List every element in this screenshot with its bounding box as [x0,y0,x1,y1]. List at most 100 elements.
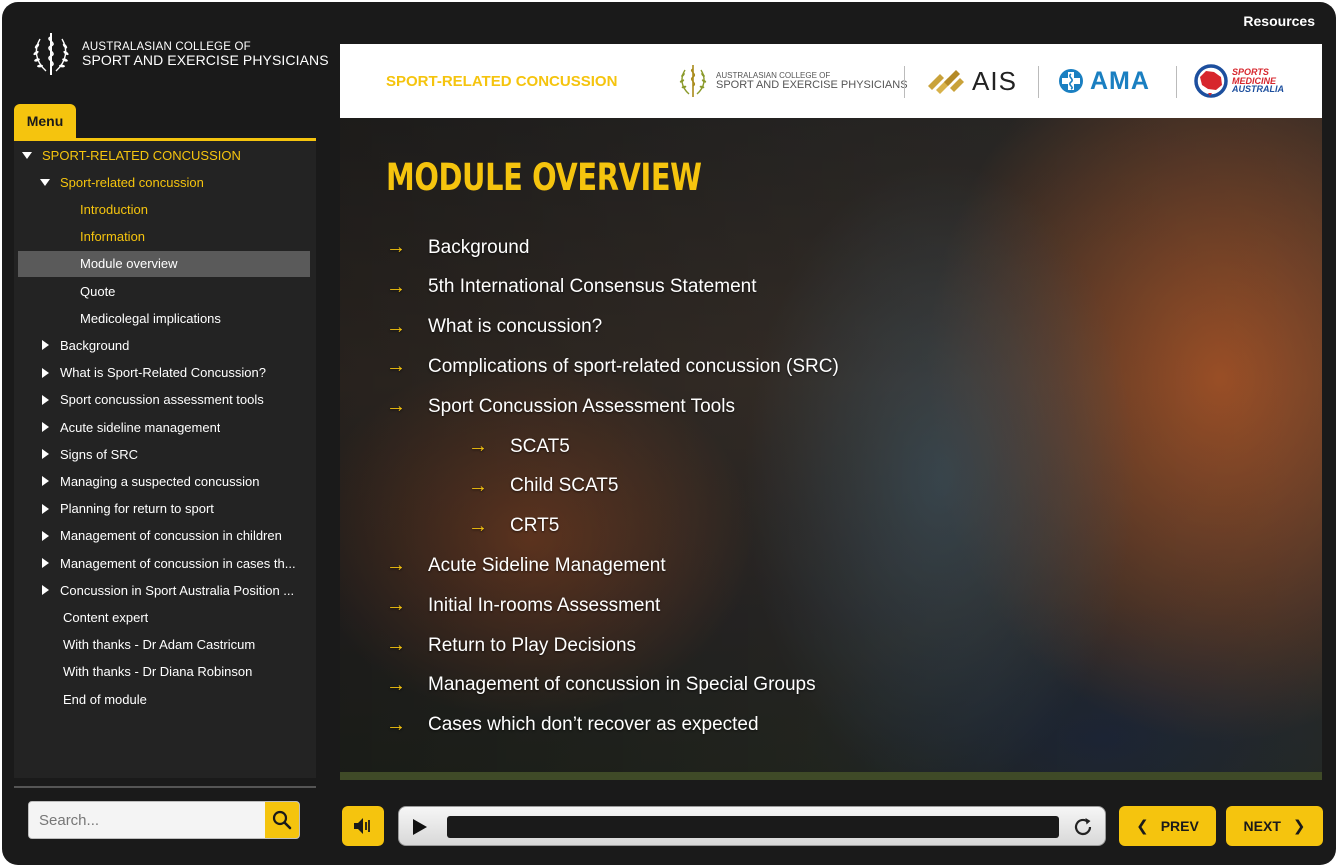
overview-item-text: Return to Play Decisions [428,634,637,656]
sidebar-item[interactable]: Signs of SRC [18,441,310,467]
caret-right-icon[interactable] [42,530,49,541]
sidebar-item[interactable]: Medicolegal implications [18,305,310,331]
overview-item-text: What is concussion? [428,316,603,338]
overview-item-text: Management of concussion in Special Grou… [428,674,816,696]
sidebar-item[interactable]: Sport concussion assessment tools [18,387,310,413]
slide-grass-strip [340,772,1322,780]
caret-down-icon[interactable] [40,178,50,186]
arrow-right-icon: → [386,634,406,656]
caret-right-icon[interactable] [42,503,49,514]
search-box [28,801,300,839]
slide-title: MODULE OVERVIEW [386,156,702,199]
arrow-right-icon: → [386,594,406,617]
overview-item: → Initial In-rooms Assessment [386,594,660,617]
sidebar-item[interactable]: Information [18,224,310,250]
sidebar-item[interactable]: End of module [18,686,310,712]
sidebar-item-label: Background [60,337,130,353]
next-button-label: NEXT [1243,818,1281,834]
caret-down-icon[interactable] [22,151,32,159]
sidebar-item-label: Quote [80,283,116,299]
arrow-right-icon: → [386,315,406,338]
sidebar-menu: SPORT-RELATED CONCUSSION Sport-related co… [14,138,316,778]
sidebar-item-label: Information [80,229,146,245]
sidebar-item-label: With thanks - Dr Diana Robinson [63,664,253,680]
chevron-left-icon: ❮ [1136,818,1149,835]
caret-right-icon[interactable] [42,367,49,378]
overview-item-text: Complications of sport-related concussio… [428,355,839,377]
playback-progress-bar[interactable] [447,816,1059,838]
sidebar-item[interactable]: Concussion in Sport Australia Position .… [18,577,310,603]
audio-toggle-button[interactable] [342,806,384,846]
acsep-crest-icon [33,33,69,75]
ama-cross-icon [1059,69,1083,93]
sidebar-item-label: Sport concussion assessment tools [60,392,264,408]
resources-link[interactable]: Resources [1243,13,1315,29]
sma-australia-icon [1194,64,1228,98]
slide-content: MODULE OVERVIEW → Background → 5th Internat… [340,118,1322,780]
brand-line-2: SPORT AND EXERCISE PHYSICIANS [82,51,329,68]
menu-tab[interactable]: Menu [14,104,76,138]
sidebar-item[interactable]: Sport-related concussion [18,169,310,195]
overview-item-text: CRT5 [510,515,560,537]
sidebar-item-label: SPORT-RELATED CONCUSSION [42,147,241,163]
ais-logo: AIS [926,44,1017,118]
caret-right-icon[interactable] [42,422,49,432]
ais-logo-text: AIS [972,65,1017,96]
overview-item: → Management of concussion in Special Gro… [386,674,816,697]
caret-right-icon[interactable] [42,558,49,568]
sidebar-item[interactable]: Module overview [18,250,310,277]
caret-right-icon[interactable] [42,585,49,596]
overview-item-text: Initial In-rooms Assessment [428,594,661,616]
overview-item: → Complications of sport-related concussi… [386,355,839,378]
sidebar-item[interactable]: Content expert [18,604,310,630]
acsep-brand-logo: AUSTRALASIAN COLLEGE OF SPORT AND EXERCI… [28,28,329,80]
sidebar-item[interactable]: With thanks - Dr Adam Castricum [18,632,310,658]
logo-separator [904,66,905,98]
sidebar-item-label: Planning for return to sport [60,501,214,517]
overview-item: → Sport Concussion Assessment Tools [386,395,735,418]
search-input[interactable] [29,802,265,838]
speaker-icon [354,818,370,834]
sidebar-item[interactable]: Management of concussion in cases th... [18,550,310,576]
sidebar-item-label: Management of concussion in cases th... [60,555,296,571]
sidebar-item[interactable]: Managing a suspected concussion [18,468,310,494]
sidebar-item[interactable]: Introduction [18,196,310,222]
arrow-right-icon: → [386,554,406,577]
prev-button[interactable]: ❮ PREV [1119,806,1216,846]
logo-separator [1176,66,1177,98]
sidebar-item[interactable]: Management of concussion in children [18,523,310,549]
chevron-right-icon: ❯ [1292,818,1306,835]
sidebar-item-label: Module overview [80,256,178,272]
overview-item-text: SCAT5 [510,435,570,457]
acsep-logo-line-2: SPORT AND EXERCISE PHYSICIANS [716,78,908,91]
arrow-right-icon: → [386,395,406,418]
caret-right-icon[interactable] [42,449,49,460]
sidebar-item[interactable]: Acute sideline management [18,414,310,440]
sidebar-item-label: Medicolegal implications [80,310,221,326]
overview-item: → Cases which don’t recover as expected [386,714,759,737]
sidebar-item-label: Signs of SRC [60,446,139,462]
caret-right-icon[interactable] [42,476,49,487]
sports-medicine-australia-logo: SPORTS MEDICINE AUSTRALIA [1194,44,1284,118]
overview-item-text: 5th International Consensus Statement [428,276,757,298]
arrow-right-icon: → [386,236,406,258]
sidebar-item[interactable]: SPORT-RELATED CONCUSSION [18,142,310,168]
sidebar-item[interactable]: With thanks - Dr Diana Robinson [18,659,310,685]
sidebar-item[interactable]: Background [18,332,310,358]
sidebar-item[interactable]: Quote [18,278,310,304]
caret-right-icon[interactable] [42,340,49,351]
course-title: SPORT-RELATED CONCUSSION [386,73,618,90]
caret-right-icon[interactable] [42,394,49,405]
replay-icon[interactable] [1071,815,1095,839]
sidebar-item[interactable]: What is Sport-Related Concussion? [18,360,310,386]
sidebar-item[interactable]: Planning for return to sport [18,496,310,522]
next-button[interactable]: NEXT ❯ [1226,806,1323,846]
play-icon[interactable] [413,819,427,835]
search-button[interactable] [265,802,299,838]
sidebar-item-label: Concussion in Sport Australia Position .… [60,582,295,598]
logo-separator [1038,66,1039,98]
sidebar-item-label: Managing a suspected concussion [60,473,260,489]
ama-logo: AMA [1058,44,1150,118]
arrow-right-icon: → [468,435,488,457]
overview-item: → Acute Sideline Management [386,554,666,577]
